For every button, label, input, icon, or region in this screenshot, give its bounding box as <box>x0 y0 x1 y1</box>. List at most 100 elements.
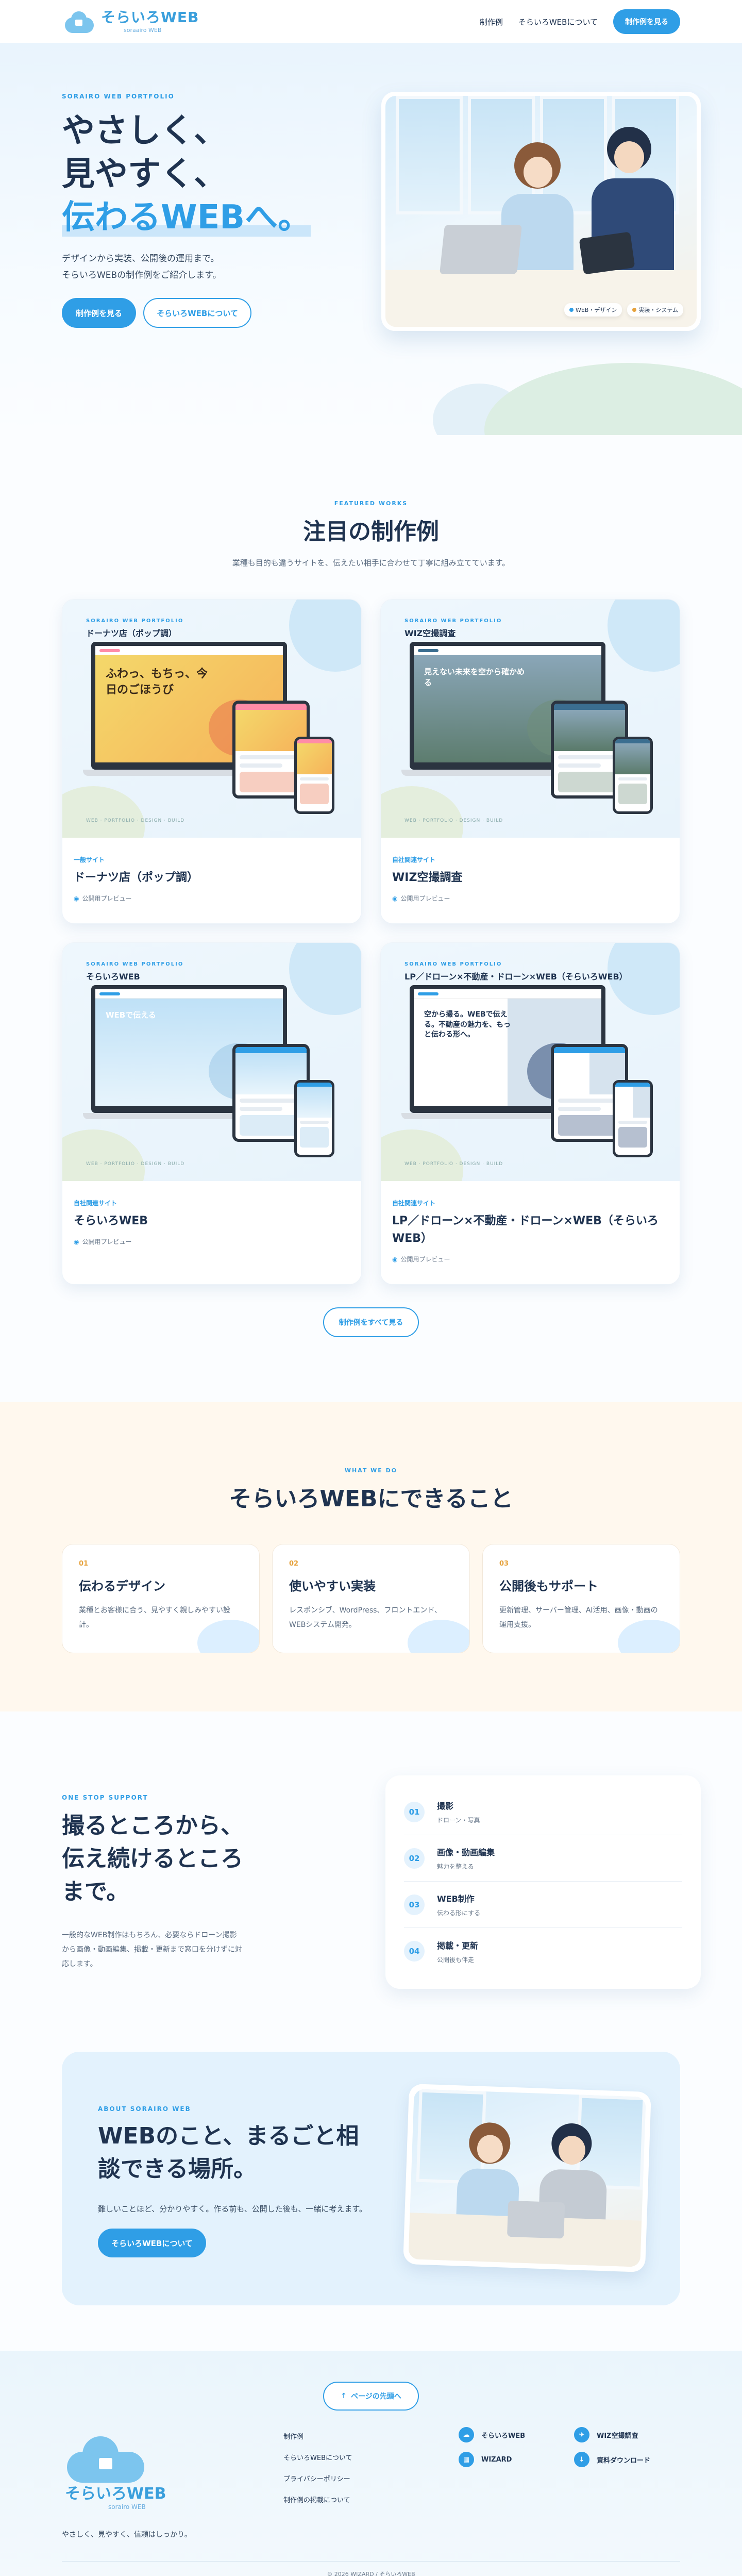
about-button[interactable]: そらいろWEBについて <box>98 2229 206 2257</box>
service-title: 使いやすい実装 <box>289 1579 376 1593</box>
thumb-title: WIZ空撮調査 <box>404 628 456 638</box>
process-step: 04 掲載・更新 公開後も伴走 <box>404 1928 682 1974</box>
step-sub: 魅力を整える <box>437 1863 474 1870</box>
site-header: そらいろWEB soraairo WEB 制作例 そらいろWEBについて 制作例… <box>0 0 742 43</box>
step-number: 02 <box>404 1848 425 1869</box>
about-illustration <box>403 2083 651 2273</box>
works-subtitle: 業種も目的も違うサイトを、伝えたい相手に合わせて丁寧に組み立てています。 <box>232 558 510 568</box>
phone-mockup <box>294 1080 334 1157</box>
footer-logo-subtitle: sorairo WEB <box>108 2503 146 2511</box>
footer-link-privacy[interactable]: プライバシーポリシー <box>283 2473 352 2483</box>
thumb-footer: WEB · PORTFOLIO · DESIGN · BUILD <box>86 1161 185 1167</box>
work-title[interactable]: そらいろWEB <box>74 1212 350 1230</box>
step-sub: 公開後も伴走 <box>437 1956 475 1964</box>
all-works-button[interactable]: 制作例をすべて見る <box>323 1307 419 1337</box>
mock-hero-text: 空から撮る。WEBで伝える。不動産の魅力を、もっと伝わる形へ。 <box>424 1010 511 1039</box>
work-card[interactable]: SORAIRO WEB PORTFOLIO WIZ空撮調査 見えない未来を空から… <box>380 599 680 924</box>
thumb-caption: SORAIRO WEB PORTFOLIO <box>404 961 502 967</box>
work-thumbnail[interactable]: SORAIRO WEB PORTFOLIO WIZ空撮調査 見えない未来を空から… <box>381 600 680 838</box>
service-number: 01 <box>79 1560 89 1568</box>
tag-system: 実装・システム <box>627 303 683 317</box>
work-card[interactable]: SORAIRO WEB PORTFOLIO LP／ドローン×不動産・ドローン×W… <box>380 942 680 1285</box>
mock-hero-text: WEBで伝える <box>106 1010 156 1020</box>
work-category: 自社関連サイト <box>392 1200 436 1207</box>
footer-logo[interactable]: そらいろWEB sorairo WEB やさしく、見やすく、信頼はしっかり。 <box>62 2431 192 2539</box>
hero-illustration: WEB・デザイン 実装・システム <box>381 92 701 331</box>
work-title[interactable]: LP／ドローン×不動産・ドローン×WEB（そらいろWEB） <box>392 1212 668 1248</box>
works-title: 注目の制作例 <box>303 519 439 545</box>
nav-about[interactable]: そらいろWEBについて <box>518 16 598 27</box>
about-description: 難しいことほど、分かりやすく。作る前も、公開した後も、一緒に考えます。 <box>98 2204 367 2214</box>
work-meta: ◉ 公開用プレビュー <box>392 1256 450 1263</box>
sorairo-icon: ☁ <box>459 2427 474 2442</box>
thumb-caption: SORAIRO WEB PORTFOLIO <box>86 618 184 624</box>
footer-link-wizard[interactable]: ▦ WIZARD <box>459 2452 574 2467</box>
work-title[interactable]: WIZ空撮調査 <box>392 869 668 887</box>
back-to-top-label: ページの先頭へ <box>351 2392 401 2401</box>
about-title: WEBのこと、まるごと相 談できる場所。 <box>98 2120 386 2186</box>
footer-link-works[interactable]: 制作例 <box>283 2431 352 2441</box>
mock-hero-text: ふわっ、もちっ、今日のごほうび <box>106 668 208 696</box>
step-number: 01 <box>404 1801 425 1822</box>
service-title: 公開後もサポート <box>499 1579 598 1593</box>
mock-hero-text: 見えない未来を空から確かめる <box>424 667 525 687</box>
footer-link-sorairo[interactable]: ☁ そらいろWEB <box>459 2427 574 2442</box>
hero-section: SORAIRO WEB PORTFOLIO やさしく、 見やすく、 伝わるWEB… <box>0 43 742 435</box>
footer-link-publication[interactable]: 制作例の掲載について <box>283 2495 352 2504</box>
phone-mockup <box>294 737 334 814</box>
thumb-caption: SORAIRO WEB PORTFOLIO <box>404 618 502 624</box>
service-card: 03 公開後もサポート 更新管理、サーバー管理、AI活用、画像・動画の運用支援。 <box>482 1544 680 1653</box>
eye-icon: ◉ <box>392 895 398 902</box>
footer-related-links: ☁ そらいろWEB ✈ WIZ空撮調査 ▦ WIZARD ↓ 資料ダウンロード <box>459 2427 677 2467</box>
work-meta: ◉ 公開用プレビュー <box>74 1238 132 1245</box>
logo[interactable]: そらいろWEB soraairo WEB <box>62 8 199 35</box>
one-stop-section: ONE STOP SUPPORT 撮るところから、 伝え続けるところ まで。 一… <box>0 1711 742 2041</box>
work-category: 自社関連サイト <box>74 1200 117 1207</box>
download-icon: ↓ <box>574 2452 589 2467</box>
work-card[interactable]: SORAIRO WEB PORTFOLIO ドーナツ店（ポップ調） ふわっ、もち… <box>62 599 362 924</box>
logo-title: そらいろWEB <box>101 8 199 26</box>
work-category: 一般サイト <box>74 856 105 863</box>
step-title: 掲載・更新 <box>437 1940 479 1951</box>
tag-design: WEB・デザイン <box>564 303 622 317</box>
eye-icon: ◉ <box>392 1256 398 1263</box>
footer-link-about[interactable]: そらいろWEBについて <box>283 2452 352 2462</box>
thumb-title: LP／ドローン×不動産・ドローン×WEB（そらいろWEB） <box>404 972 628 982</box>
footer-link-wiz[interactable]: ✈ WIZ空撮調査 <box>574 2427 677 2442</box>
work-title[interactable]: ドーナツ店（ポップ調） <box>74 869 350 887</box>
arrow-up-icon: ↑ <box>341 2392 347 2400</box>
about-section: ABOUT SORAIRO WEB WEBのこと、まるごと相 談できる場所。 難… <box>0 2041 742 2351</box>
nav-works[interactable]: 制作例 <box>480 16 503 27</box>
work-meta: ◉ 公開用プレビュー <box>74 895 132 902</box>
cloud-logo-icon <box>62 2431 149 2488</box>
service-title: 伝わるデザイン <box>79 1579 165 1593</box>
work-card[interactable]: SORAIRO WEB PORTFOLIO そらいろWEB WEBで伝える WE… <box>62 942 362 1285</box>
work-meta: ◉ 公開用プレビュー <box>392 895 450 902</box>
back-to-top-button[interactable]: ↑ ページの先頭へ <box>323 2382 419 2411</box>
hero-title-line3: 伝わるWEBへ。 <box>62 198 311 237</box>
cloud-logo-icon <box>62 8 96 35</box>
work-thumbnail[interactable]: SORAIRO WEB PORTFOLIO LP／ドローン×不動産・ドローン×W… <box>381 943 680 1181</box>
hero-works-button[interactable]: 制作例を見る <box>62 298 136 328</box>
hero-about-button[interactable]: そらいろWEBについて <box>143 298 251 328</box>
logo-subtitle: soraairo WEB <box>124 26 162 34</box>
header-cta-button[interactable]: 制作例を見る <box>613 9 680 34</box>
service-number: 02 <box>289 1560 299 1568</box>
thumb-footer: WEB · PORTFOLIO · DESIGN · BUILD <box>404 1161 503 1167</box>
building-icon: ▦ <box>459 2452 474 2467</box>
step-sub: 伝わる形にする <box>437 1909 481 1917</box>
about-title-line1: WEBのこと、まるごと相 <box>98 2123 359 2149</box>
step-number: 03 <box>404 1894 425 1915</box>
process-step: 03 WEB制作 伝わる形にする <box>404 1882 682 1928</box>
work-category: 自社関連サイト <box>392 856 436 863</box>
cando-title: そらいろWEBにできること <box>229 1486 513 1512</box>
footer-link-download[interactable]: ↓ 資料ダウンロード <box>574 2452 677 2467</box>
service-number: 03 <box>499 1560 509 1568</box>
about-eyebrow: ABOUT SORAIRO WEB <box>98 2105 191 2113</box>
process-step: 02 画像・動画編集 魅力を整える <box>404 1835 682 1882</box>
work-thumbnail[interactable]: SORAIRO WEB PORTFOLIO ドーナツ店（ポップ調） ふわっ、もち… <box>62 600 361 838</box>
thumb-footer: WEB · PORTFOLIO · DESIGN · BUILD <box>404 818 503 823</box>
work-thumbnail[interactable]: SORAIRO WEB PORTFOLIO そらいろWEB WEBで伝える WE… <box>62 943 361 1181</box>
thumb-title: そらいろWEB <box>86 972 140 982</box>
process-step: 01 撮影 ドローン・写真 <box>404 1789 682 1835</box>
